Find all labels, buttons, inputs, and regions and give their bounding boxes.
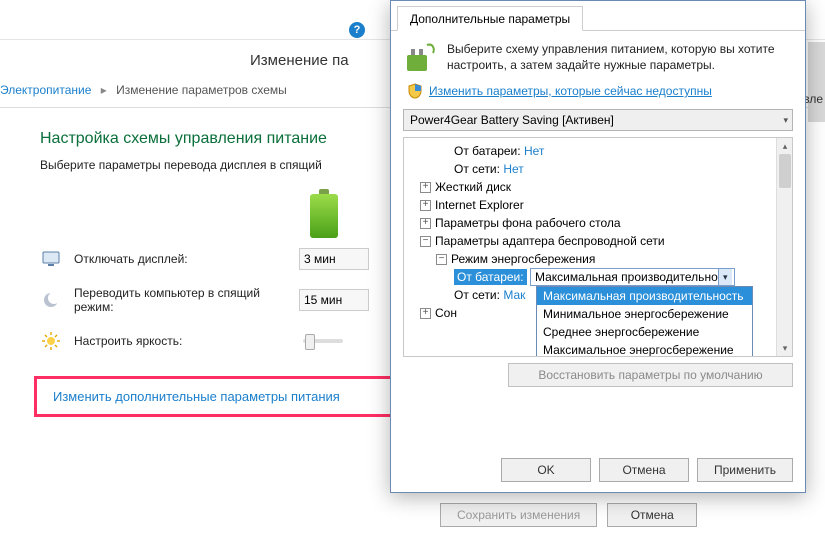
advanced-power-link[interactable]: Изменить дополнительные параметры питани… bbox=[53, 389, 340, 404]
breadcrumb-root[interactable]: Электропитание bbox=[0, 83, 91, 97]
battery-icon bbox=[310, 194, 338, 238]
chevron-down-icon: ▾ bbox=[783, 115, 788, 126]
display-off-select[interactable]: 3 мин bbox=[299, 248, 369, 270]
sun-icon bbox=[40, 330, 62, 352]
cancel-button[interactable]: Отмена bbox=[599, 458, 689, 482]
scrollbar[interactable]: ▴ ▾ bbox=[776, 138, 792, 356]
scroll-down-icon[interactable]: ▾ bbox=[777, 340, 793, 356]
expander-plus-icon[interactable]: + bbox=[420, 182, 431, 193]
dropdown-option[interactable]: Среднее энергосбережение bbox=[537, 323, 752, 341]
wlan-on-battery-value: Максимальная производительно bbox=[535, 270, 718, 284]
tree-on-battery-value[interactable]: Нет bbox=[524, 144, 544, 158]
footer-buttons: Сохранить изменения Отмена bbox=[440, 503, 697, 527]
tree-wlan-on-ac-label: От сети: bbox=[454, 288, 500, 302]
wlan-mode-dropdown[interactable]: Максимальная производительность Минималь… bbox=[536, 286, 753, 357]
sleep-select[interactable]: 15 мин bbox=[299, 289, 369, 311]
apply-button[interactable]: Применить bbox=[697, 458, 793, 482]
ok-button[interactable]: OK bbox=[501, 458, 591, 482]
tree-sleep[interactable]: Сон bbox=[435, 306, 457, 320]
uac-shield-icon bbox=[407, 83, 423, 99]
save-changes-button[interactable]: Сохранить изменения bbox=[440, 503, 597, 527]
dropdown-option[interactable]: Минимальное энергосбережение bbox=[537, 305, 752, 323]
expander-plus-icon[interactable]: + bbox=[420, 308, 431, 319]
tree-desktop-bg[interactable]: Параметры фона рабочего стола bbox=[435, 216, 621, 230]
advanced-link-highlight: Изменить дополнительные параметры питани… bbox=[34, 376, 424, 417]
wlan-on-battery-combo[interactable]: Максимальная производительно ▾ bbox=[530, 268, 735, 286]
tab-strip: Дополнительные параметры bbox=[391, 1, 805, 31]
tree-wlan-on-battery-label[interactable]: От батареи: bbox=[454, 269, 527, 285]
brightness-label: Настроить яркость: bbox=[74, 334, 299, 348]
dropdown-option[interactable]: Максимальная производительность bbox=[537, 287, 752, 305]
tree-ie[interactable]: Internet Explorer bbox=[435, 198, 524, 212]
dialog-footer: OK Отмена Применить bbox=[501, 458, 793, 482]
truncated-tab-text: вле bbox=[803, 92, 823, 106]
chevron-down-icon: ▾ bbox=[718, 269, 732, 285]
tree-wlan-mode[interactable]: Режим энергосбережения bbox=[451, 252, 595, 266]
dropdown-option[interactable]: Максимальное энергосбережение bbox=[537, 341, 752, 357]
moon-icon bbox=[40, 289, 62, 311]
tree-wlan[interactable]: Параметры адаптера беспроводной сети bbox=[435, 234, 665, 248]
expander-plus-icon[interactable]: + bbox=[420, 200, 431, 211]
tree-hdd[interactable]: Жесткий диск bbox=[435, 180, 511, 194]
expander-plus-icon[interactable]: + bbox=[420, 218, 431, 229]
power-plan-icon bbox=[403, 41, 437, 75]
tree-on-ac-value[interactable]: Нет bbox=[503, 162, 523, 176]
brightness-slider[interactable] bbox=[303, 339, 343, 343]
sleep-label: Переводить компьютер в спящий режим: bbox=[74, 286, 299, 314]
tree-wlan-on-ac-value[interactable]: Мак bbox=[503, 288, 525, 302]
help-icon[interactable]: ? bbox=[349, 22, 365, 38]
advanced-power-dialog: Дополнительные параметры Выберите схему … bbox=[390, 0, 806, 493]
power-plan-select[interactable]: Power4Gear Battery Saving [Активен] ▾ bbox=[403, 109, 793, 131]
breadcrumb-current: Изменение параметров схемы bbox=[116, 83, 287, 97]
tree-on-ac-label: От сети: bbox=[454, 162, 500, 176]
tree-on-battery-label: От батареи: bbox=[454, 144, 521, 158]
expander-minus-icon[interactable]: − bbox=[436, 254, 447, 265]
chevron-right-icon: ▸ bbox=[101, 83, 107, 97]
intro-text: Выберите схему управления питанием, кото… bbox=[447, 41, 793, 75]
settings-tree: От батареи: Нет От сети: Нет + Жесткий ди… bbox=[403, 137, 793, 357]
window-edge bbox=[808, 42, 825, 122]
dialog-body: Выберите схему управления питанием, кото… bbox=[391, 31, 805, 387]
power-plan-label: Power4Gear Battery Saving [Активен] bbox=[410, 113, 614, 127]
expander-minus-icon[interactable]: − bbox=[420, 236, 431, 247]
cancel-button[interactable]: Отмена bbox=[607, 503, 697, 527]
monitor-icon bbox=[40, 248, 62, 270]
restore-defaults-button[interactable]: Восстановить параметры по умолчанию bbox=[508, 363, 793, 387]
display-off-label: Отключать дисплей: bbox=[74, 252, 299, 266]
uac-unlock-link[interactable]: Изменить параметры, которые сейчас недос… bbox=[429, 84, 712, 98]
tab-advanced[interactable]: Дополнительные параметры bbox=[397, 6, 583, 31]
scroll-up-icon[interactable]: ▴ bbox=[777, 138, 793, 154]
